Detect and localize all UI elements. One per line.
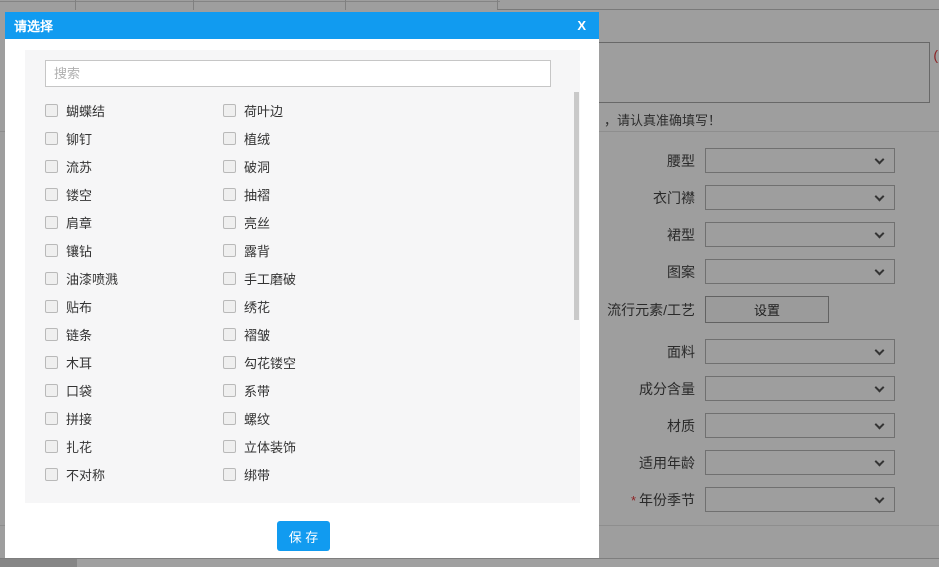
checkbox[interactable]	[45, 215, 58, 229]
option-label: 流苏	[66, 159, 93, 175]
option-label: 褶皱	[244, 327, 271, 343]
option-item[interactable]: 系带	[223, 381, 550, 400]
checkbox[interactable]	[45, 243, 58, 257]
option-label: 系带	[244, 383, 271, 399]
option-label: 铆钉	[66, 131, 93, 147]
option-label: 立体装饰	[244, 439, 297, 455]
checkbox[interactable]	[45, 103, 58, 117]
checkbox[interactable]	[223, 243, 236, 257]
option-label: 手工磨破	[244, 271, 297, 287]
option-item[interactable]: 植绒	[223, 129, 550, 148]
close-button[interactable]: X	[577, 18, 586, 33]
option-item[interactable]: 破洞	[223, 157, 550, 176]
option-item[interactable]: 露背	[223, 241, 550, 260]
checkbox[interactable]	[223, 383, 236, 397]
option-label: 植绒	[244, 131, 271, 147]
checkbox[interactable]	[223, 467, 236, 481]
checkbox[interactable]	[223, 271, 236, 285]
option-label: 荷叶边	[244, 103, 284, 119]
option-label: 口袋	[66, 383, 93, 399]
save-button[interactable]: 保 存	[277, 521, 330, 551]
option-label: 勾花镂空	[244, 355, 297, 371]
option-label: 露背	[244, 243, 271, 259]
checkbox[interactable]	[45, 355, 58, 369]
checkbox[interactable]	[223, 439, 236, 453]
option-item[interactable]: 铆钉	[45, 129, 223, 148]
option-item[interactable]: 褶皱	[223, 325, 550, 344]
checkbox[interactable]	[45, 131, 58, 145]
select-dialog: 请选择 X 蝴蝶结 荷叶边 铆钉 植绒 流苏 破洞 镂空 抽褶 肩章	[5, 12, 599, 558]
checkbox[interactable]	[223, 215, 236, 229]
options-grid: 蝴蝶结 荷叶边 铆钉 植绒 流苏 破洞 镂空 抽褶 肩章 亮丝 镶钻 露背 油漆…	[45, 96, 550, 488]
option-item[interactable]: 亮丝	[223, 213, 550, 232]
option-label: 螺纹	[244, 411, 271, 427]
option-item[interactable]: 扎花	[45, 437, 223, 456]
option-label: 拼接	[66, 411, 93, 427]
option-label: 绑带	[244, 467, 271, 483]
dialog-header: 请选择 X	[5, 12, 599, 39]
option-item[interactable]: 贴布	[45, 297, 223, 316]
checkbox[interactable]	[223, 299, 236, 313]
option-label: 贴布	[66, 299, 93, 315]
checkbox[interactable]	[45, 467, 58, 481]
option-item[interactable]: 绑带	[223, 465, 550, 484]
option-item[interactable]: 油漆喷溅	[45, 269, 223, 288]
option-label: 肩章	[66, 215, 93, 231]
option-item[interactable]: 流苏	[45, 157, 223, 176]
option-item[interactable]: 荷叶边	[223, 101, 550, 120]
checkbox[interactable]	[223, 327, 236, 341]
horizontal-scrollbar[interactable]	[0, 558, 939, 567]
checkbox[interactable]	[223, 355, 236, 369]
checkbox[interactable]	[45, 187, 58, 201]
option-label: 绣花	[244, 299, 271, 315]
checkbox[interactable]	[223, 131, 236, 145]
option-item[interactable]: 链条	[45, 325, 223, 344]
checkbox[interactable]	[45, 159, 58, 173]
checkbox[interactable]	[223, 411, 236, 425]
checkbox[interactable]	[45, 411, 58, 425]
checkbox[interactable]	[223, 159, 236, 173]
checkbox[interactable]	[45, 327, 58, 341]
option-item[interactable]: 绣花	[223, 297, 550, 316]
option-item[interactable]: 手工磨破	[223, 269, 550, 288]
option-label: 破洞	[244, 159, 271, 175]
option-label: 木耳	[66, 355, 93, 371]
option-item[interactable]: 立体装饰	[223, 437, 550, 456]
checkbox[interactable]	[223, 103, 236, 117]
option-label: 链条	[66, 327, 93, 343]
option-item[interactable]: 镂空	[45, 185, 223, 204]
checkbox[interactable]	[45, 383, 58, 397]
option-item[interactable]: 勾花镂空	[223, 353, 550, 372]
checkbox[interactable]	[45, 271, 58, 285]
checkbox[interactable]	[223, 187, 236, 201]
search-input[interactable]	[45, 60, 551, 87]
option-item[interactable]: 抽褶	[223, 185, 550, 204]
option-item[interactable]: 不对称	[45, 465, 223, 484]
option-label: 镂空	[66, 187, 93, 203]
option-label: 抽褶	[244, 187, 271, 203]
option-item[interactable]: 口袋	[45, 381, 223, 400]
option-item[interactable]: 木耳	[45, 353, 223, 372]
option-label: 不对称	[66, 467, 106, 483]
option-label: 扎花	[66, 439, 93, 455]
checkbox[interactable]	[45, 439, 58, 453]
option-item[interactable]: 镶钻	[45, 241, 223, 260]
checkbox[interactable]	[45, 299, 58, 313]
option-label: 镶钻	[66, 243, 93, 259]
vertical-scrollbar-thumb[interactable]	[574, 92, 579, 320]
option-item[interactable]: 蝴蝶结	[45, 101, 223, 120]
options-panel: 蝴蝶结 荷叶边 铆钉 植绒 流苏 破洞 镂空 抽褶 肩章 亮丝 镶钻	[25, 50, 580, 503]
horizontal-scrollbar-thumb[interactable]	[0, 559, 77, 567]
option-item[interactable]: 螺纹	[223, 409, 550, 428]
option-item[interactable]: 拼接	[45, 409, 223, 428]
option-label: 油漆喷溅	[66, 271, 119, 287]
dialog-title: 请选择	[14, 19, 54, 34]
option-label: 亮丝	[244, 215, 271, 231]
option-label: 蝴蝶结	[66, 103, 106, 119]
option-item[interactable]: 肩章	[45, 213, 223, 232]
